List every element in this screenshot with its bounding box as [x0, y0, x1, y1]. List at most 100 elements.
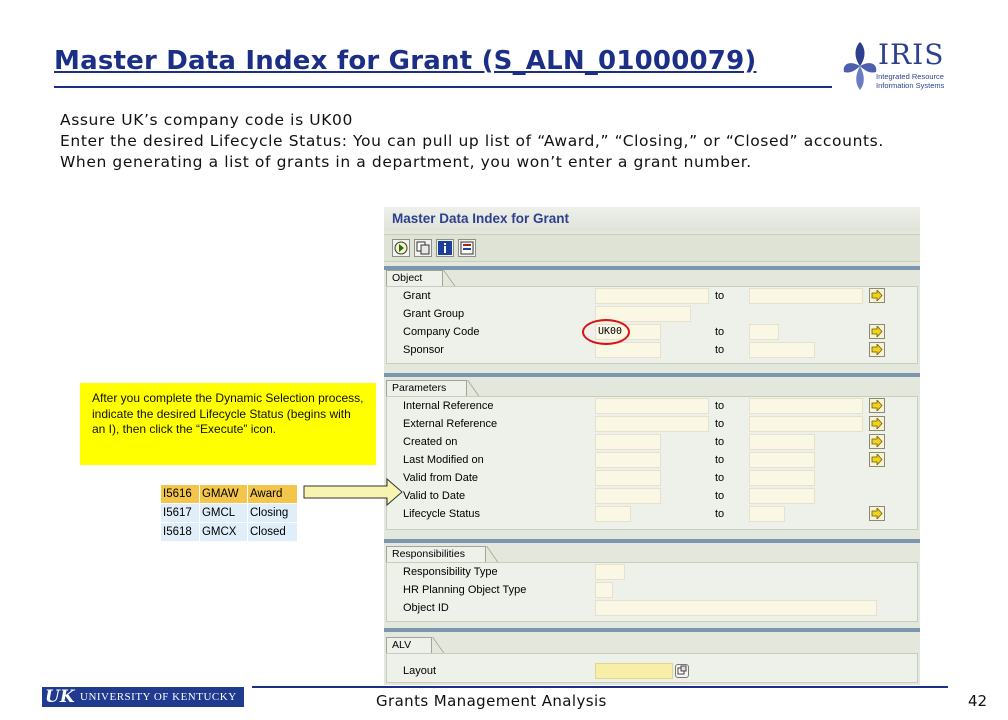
arrow-right-icon — [871, 454, 883, 465]
intro-line-3: When generating a list of grants in a de… — [60, 153, 752, 171]
sap-selection-screen: Master Data Index for Grant Object Grant… — [384, 207, 920, 685]
layout-input[interactable] — [595, 663, 673, 679]
status-text-cell: Closed — [246, 522, 299, 542]
external-reference-to-label: to — [715, 418, 725, 430]
grant-label: Grant — [403, 290, 431, 302]
alv-group-tab: ALV — [386, 637, 433, 653]
last-modified-on-to-label: to — [715, 454, 725, 466]
external-reference-to-input[interactable] — [749, 416, 863, 432]
table-row: I5617 GMCL Closing — [160, 503, 299, 523]
selection-options-button[interactable] — [458, 239, 476, 257]
company-code-multiple-selection-button[interactable] — [869, 324, 885, 339]
last-modified-on-from-input[interactable] — [595, 452, 661, 468]
slide-title: Master Data Index for Grant (S_ALN_01000… — [54, 46, 757, 76]
grant-to-input[interactable] — [749, 288, 863, 304]
valid-to-date-label: Valid to Date — [403, 490, 466, 502]
layout-search-help-button[interactable] — [675, 664, 689, 678]
external-reference-label: External Reference — [403, 418, 498, 430]
execute-button[interactable] — [392, 239, 410, 257]
company-code-to-input[interactable] — [749, 324, 779, 340]
selection-icon — [460, 241, 474, 255]
created-on-to-input[interactable] — [749, 434, 815, 450]
object-group-box: Grant to Grant Group Company Code UK00 t… — [386, 286, 918, 364]
sponsor-to-label: to — [715, 344, 725, 356]
arrow-right-icon — [871, 326, 883, 337]
internal-reference-to-input[interactable] — [749, 398, 863, 414]
internal-reference-label: Internal Reference — [403, 400, 494, 412]
title-underline — [54, 86, 832, 88]
last-modified-on-to-input[interactable] — [749, 452, 815, 468]
arrow-right-icon — [871, 290, 883, 301]
uk-logo: UK UNIVERSITY OF KENTUCKY — [42, 687, 244, 707]
valid-to-date-from-input[interactable] — [595, 488, 661, 504]
created-on-from-input[interactable] — [595, 434, 661, 450]
status-code-cell: I5616 — [160, 484, 200, 504]
sponsor-to-input[interactable] — [749, 342, 815, 358]
sponsor-multiple-selection-button[interactable] — [869, 342, 885, 357]
status-key-cell: GMCL — [198, 503, 248, 523]
footer-title: Grants Management Analysis — [376, 692, 607, 710]
instruction-callout: After you complete the Dynamic Selection… — [80, 383, 376, 465]
company-code-label: Company Code — [403, 326, 480, 338]
created-on-label: Created on — [403, 436, 458, 448]
sap-screen-title: Master Data Index for Grant — [392, 211, 570, 226]
intro-line-1: Assure UK’s company code is UK00 — [60, 111, 353, 129]
valid-to-date-to-input[interactable] — [749, 488, 815, 504]
responsibility-type-input[interactable] — [595, 564, 625, 580]
table-row: I5618 GMCX Closed — [160, 522, 299, 542]
company-code-to-label: to — [715, 326, 725, 338]
object-id-label: Object ID — [403, 602, 449, 614]
grant-to-label: to — [715, 290, 725, 302]
alv-group-box: Layout — [386, 653, 918, 683]
valid-from-date-to-label: to — [715, 472, 725, 484]
status-code-cell: I5617 — [160, 503, 200, 523]
external-reference-from-input[interactable] — [595, 416, 709, 432]
execute-icon — [394, 241, 408, 255]
valid-from-date-to-input[interactable] — [749, 470, 815, 486]
last-modified-on-multiple-selection-button[interactable] — [869, 452, 885, 467]
sap-title-bar: Master Data Index for Grant — [384, 207, 920, 231]
status-text-cell: Award — [246, 484, 299, 504]
sap-application-toolbar — [384, 234, 920, 262]
responsibilities-group-box: Responsibility Type HR Planning Object T… — [386, 562, 918, 622]
responsibility-type-label: Responsibility Type — [403, 566, 498, 578]
search-help-icon — [677, 665, 687, 675]
company-code-highlight-circle — [582, 319, 630, 345]
lifecycle-status-from-input[interactable] — [595, 506, 631, 522]
info-icon — [438, 241, 452, 255]
intro-line-2: Enter the desired Lifecycle Status: You … — [60, 132, 884, 150]
valid-to-date-to-label: to — [715, 490, 725, 502]
internal-reference-multiple-selection-button[interactable] — [869, 398, 885, 413]
arrow-right-icon — [871, 418, 883, 429]
grant-multiple-selection-button[interactable] — [869, 288, 885, 303]
iris-subtitle-line-1: Integrated Resource — [876, 72, 944, 81]
external-reference-multiple-selection-button[interactable] — [869, 416, 885, 431]
lifecycle-status-label: Lifecycle Status — [403, 508, 481, 520]
object-group-tab: Object — [386, 270, 444, 286]
created-on-multiple-selection-button[interactable] — [869, 434, 885, 449]
valid-from-date-from-input[interactable] — [595, 470, 661, 486]
copy-button[interactable] — [414, 239, 432, 257]
grant-group-label: Grant Group — [403, 308, 465, 320]
internal-reference-from-input[interactable] — [595, 398, 709, 414]
iris-subtitle-line-2: Information Systems — [876, 81, 945, 90]
object-id-input[interactable] — [595, 600, 877, 616]
footer-rule — [252, 686, 948, 688]
responsibilities-group-bar — [384, 539, 920, 543]
uk-logo-mark: UK — [45, 687, 75, 707]
info-button[interactable] — [436, 239, 454, 257]
layout-label: Layout — [403, 665, 437, 677]
page-number: 42 — [968, 692, 988, 710]
lifecycle-status-multiple-selection-button[interactable] — [869, 506, 885, 521]
intro-text: Assure UK’s company code is UK00 Enter t… — [60, 110, 940, 173]
iris-wordmark: IRIS — [878, 38, 945, 71]
internal-reference-to-label: to — [715, 400, 725, 412]
last-modified-on-label: Last Modified on — [403, 454, 484, 466]
parameters-group-tab: Parameters — [386, 380, 468, 396]
status-key-cell: GMCX — [198, 522, 248, 542]
grant-from-input[interactable] — [595, 288, 709, 304]
sponsor-label: Sponsor — [403, 344, 444, 356]
lifecycle-status-to-input[interactable] — [749, 506, 785, 522]
arrow-right-icon — [871, 400, 883, 411]
hr-planning-object-type-input[interactable] — [595, 582, 613, 598]
